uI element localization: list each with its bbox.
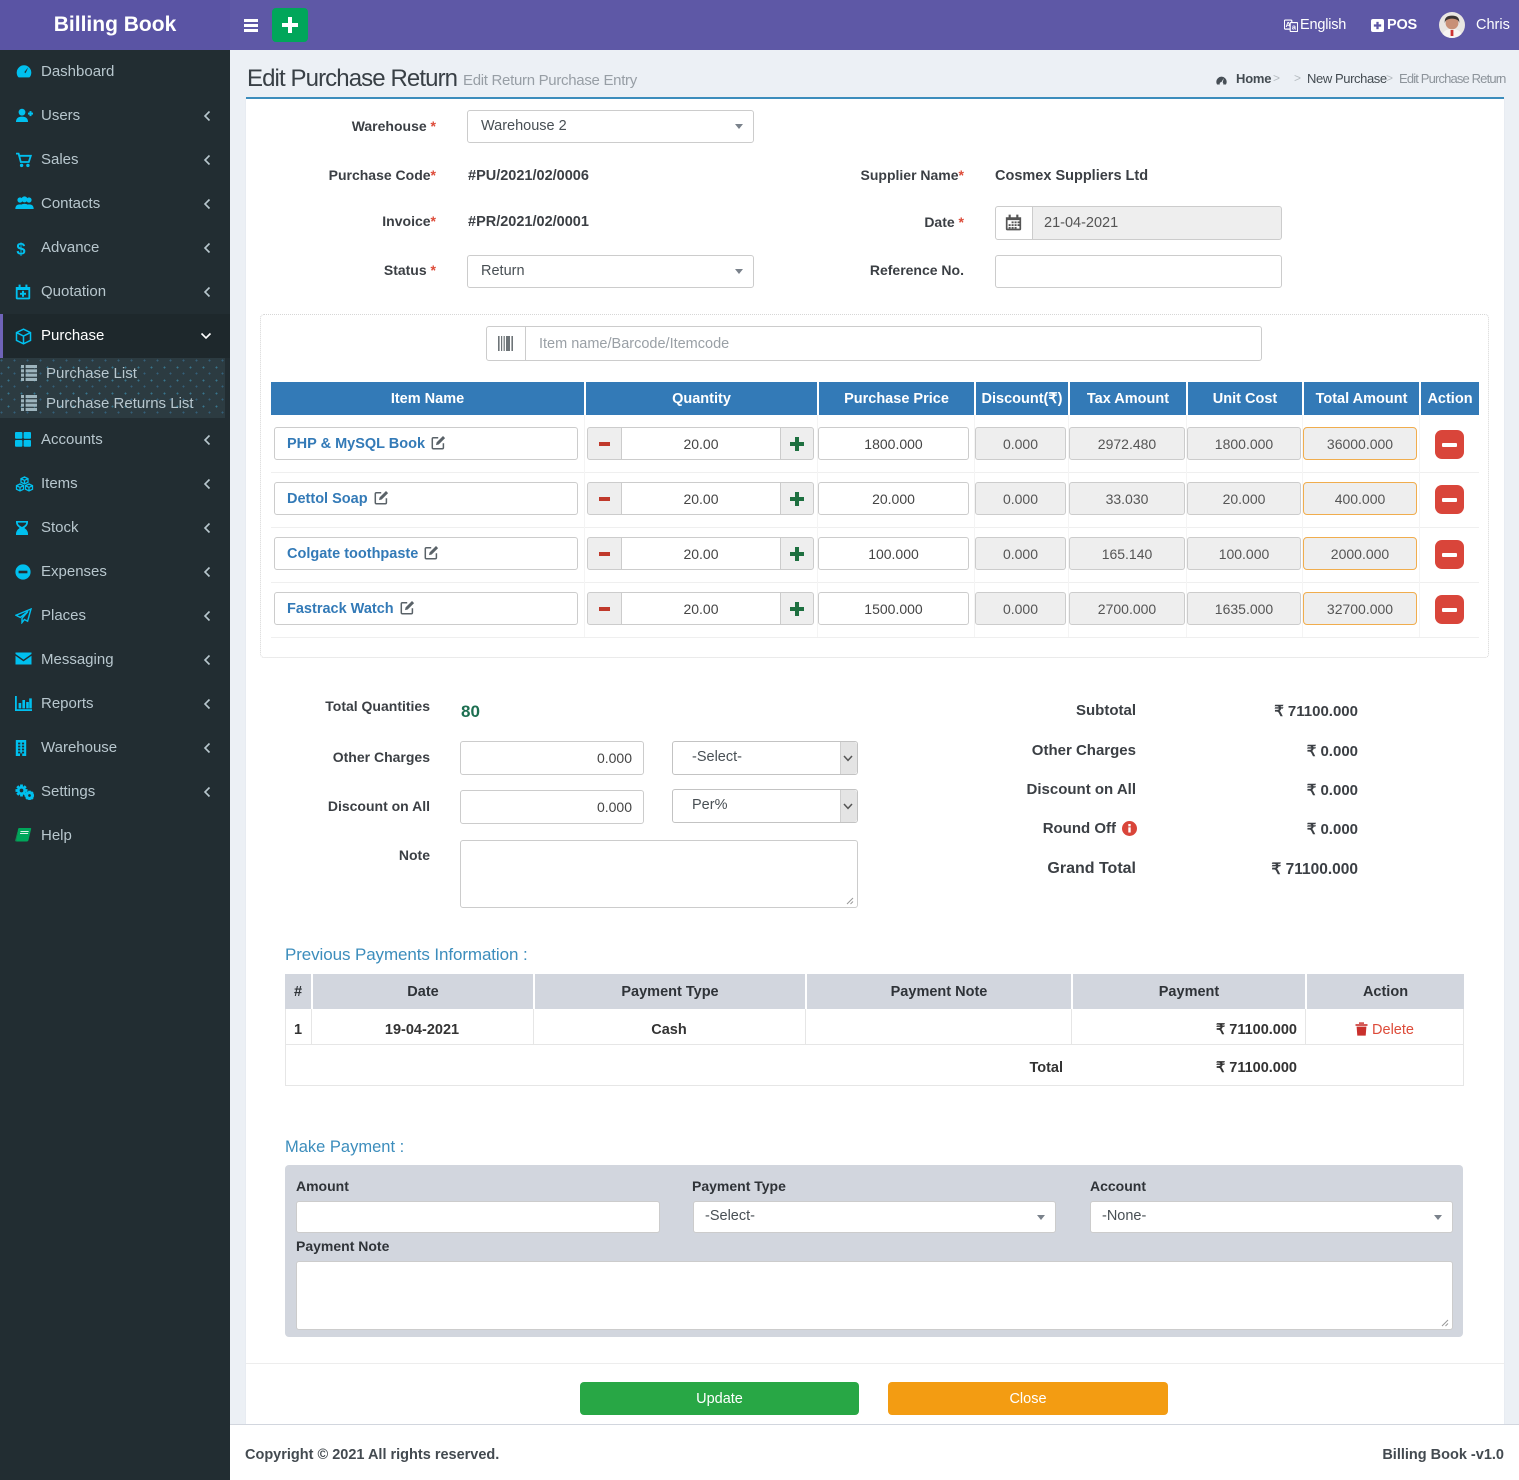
svg-text:$: $ bbox=[16, 241, 25, 258]
